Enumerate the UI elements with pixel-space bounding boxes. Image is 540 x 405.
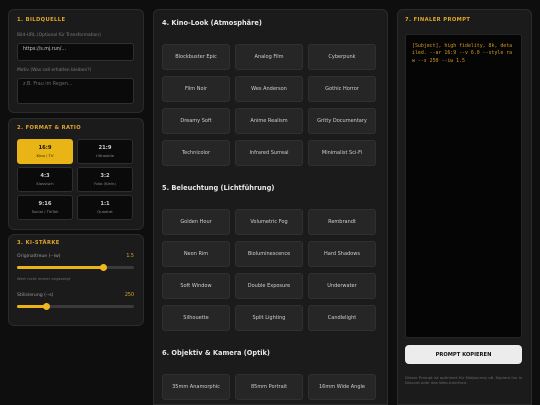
image-weight-fill [17, 266, 104, 269]
ratio-name: Klassisch [36, 181, 54, 186]
kino-look-option[interactable]: Dreamy Soft [162, 108, 230, 134]
stylize-slider[interactable] [17, 303, 134, 310]
ratio-value: 4:3 [40, 173, 50, 179]
lighting-option[interactable]: Underwater [308, 273, 376, 299]
lighting-title: 5. Beleuchtung (Lichtführung) [162, 184, 275, 192]
lens-title: 6. Objektiv & Kamera (Optik) [162, 349, 270, 357]
lighting-option[interactable]: Volumetric Fog [235, 209, 303, 235]
stylize-knob[interactable] [42, 303, 50, 310]
ratio-name: Social / TikTok [31, 209, 59, 214]
kino-look-option[interactable]: Technicolor [162, 140, 230, 166]
kino-look-option[interactable]: Blockbuster Epic [162, 44, 230, 70]
lighting-option[interactable]: Candlelight [308, 305, 376, 331]
ratio-option[interactable]: 9:16 Social / TikTok [17, 195, 73, 220]
ai-strength-title: 3. KI-STÄRKE [17, 240, 60, 246]
image-url-label: Bild-URL (Optional für Transformation) [17, 33, 101, 38]
ratio-option[interactable]: 4:3 Klassisch [17, 167, 73, 192]
stylize-fill [17, 305, 47, 308]
format-title: 2. FORMAT & RATIO [17, 125, 82, 131]
image-weight-hint: Wert nicht immer angezeigt [17, 276, 71, 281]
lighting-option[interactable]: Soft Window [162, 273, 230, 299]
ratio-value: 21:9 [98, 145, 112, 151]
ratio-option[interactable]: 16:9 Kino / TV [17, 139, 73, 164]
ratio-value: 1:1 [100, 201, 110, 207]
lighting-grid: Golden Hour Volumetric Fog Rembrandt Neon R… [162, 209, 376, 331]
ratio-name: Kino / TV [36, 153, 54, 158]
lens-option[interactable]: 85mm Portrait [235, 374, 303, 400]
lens-option[interactable]: 16mm Wide Angle [308, 374, 376, 400]
kino-look-option[interactable]: Gritty Documentary [308, 108, 376, 134]
stylize-value: 250 [124, 293, 134, 298]
image-url-input[interactable]: https://s.mj.run/... [17, 43, 134, 61]
ratio-name: Ultrawide [95, 153, 115, 158]
ratio-value: 9:16 [38, 201, 52, 207]
final-prompt-output[interactable]: [Subject], high fidelity, 8k, detailed. … [405, 34, 522, 338]
kino-look-option[interactable]: Minimalist Sci-Fi [308, 140, 376, 166]
kino-look-option[interactable]: Gothic Horror [308, 76, 376, 102]
final-prompt-note: Dieser Prompt ist optimiert für Midjourn… [405, 375, 523, 385]
subject-label: Motiv (Was soll erhalten bleiben?) [17, 68, 92, 73]
image-weight-slider[interactable] [17, 264, 134, 271]
kino-look-option[interactable]: Anime Realism [235, 108, 303, 134]
copy-prompt-button[interactable]: PROMPT KOPIEREN [405, 345, 522, 364]
kino-look-title: 4. Kino-Look (Atmosphäre) [162, 19, 262, 27]
lighting-option[interactable]: Bioluminescence [235, 241, 303, 267]
image-weight-value: 1.5 [126, 254, 134, 259]
image-weight-label: Originaltreue (--iw) [17, 254, 61, 259]
lens-grid: 35mm Anamorphic 85mm Portrait 16mm Wide An… [162, 374, 376, 400]
lens-option[interactable]: 35mm Anamorphic [162, 374, 230, 400]
ratio-grid: 16:9 Kino / TV 21:9 Ultrawide 4:3 Klassisch 3:… [17, 139, 133, 220]
kino-look-option[interactable]: Wes Anderson [235, 76, 303, 102]
lighting-option[interactable]: Silhouette [162, 305, 230, 331]
final-prompt-title: 7. FINALER PROMPT [405, 17, 471, 23]
image-source-title: 1. BILDQUELLE [17, 17, 66, 23]
ratio-value: 16:9 [38, 145, 52, 151]
ratio-option[interactable]: 21:9 Ultrawide [77, 139, 133, 164]
subject-textarea[interactable]: z.B. Frau im Regen... [17, 78, 134, 104]
lighting-option[interactable]: Rembrandt [308, 209, 376, 235]
ratio-name: Quadrat [97, 209, 113, 214]
lighting-option[interactable]: Golden Hour [162, 209, 230, 235]
ratio-value: 3:2 [100, 173, 110, 179]
stylize-label: Stilisierung (--s) [17, 293, 54, 298]
lighting-option[interactable]: Double Exposure [235, 273, 303, 299]
kino-look-grid: Blockbuster Epic Analog Film Cyberpunk Film… [162, 44, 376, 166]
kino-look-option[interactable]: Cyberpunk [308, 44, 376, 70]
ratio-option[interactable]: 3:2 Foto (Klein) [77, 167, 133, 192]
lighting-option[interactable]: Hard Shadows [308, 241, 376, 267]
ratio-option[interactable]: 1:1 Quadrat [77, 195, 133, 220]
lighting-option[interactable]: Neon Rim [162, 241, 230, 267]
ratio-name: Foto (Klein) [94, 181, 116, 186]
lighting-option[interactable]: Split Lighting [235, 305, 303, 331]
kino-look-option[interactable]: Analog Film [235, 44, 303, 70]
kino-look-option[interactable]: Film Noir [162, 76, 230, 102]
kino-look-option[interactable]: Infrared Surreal [235, 140, 303, 166]
